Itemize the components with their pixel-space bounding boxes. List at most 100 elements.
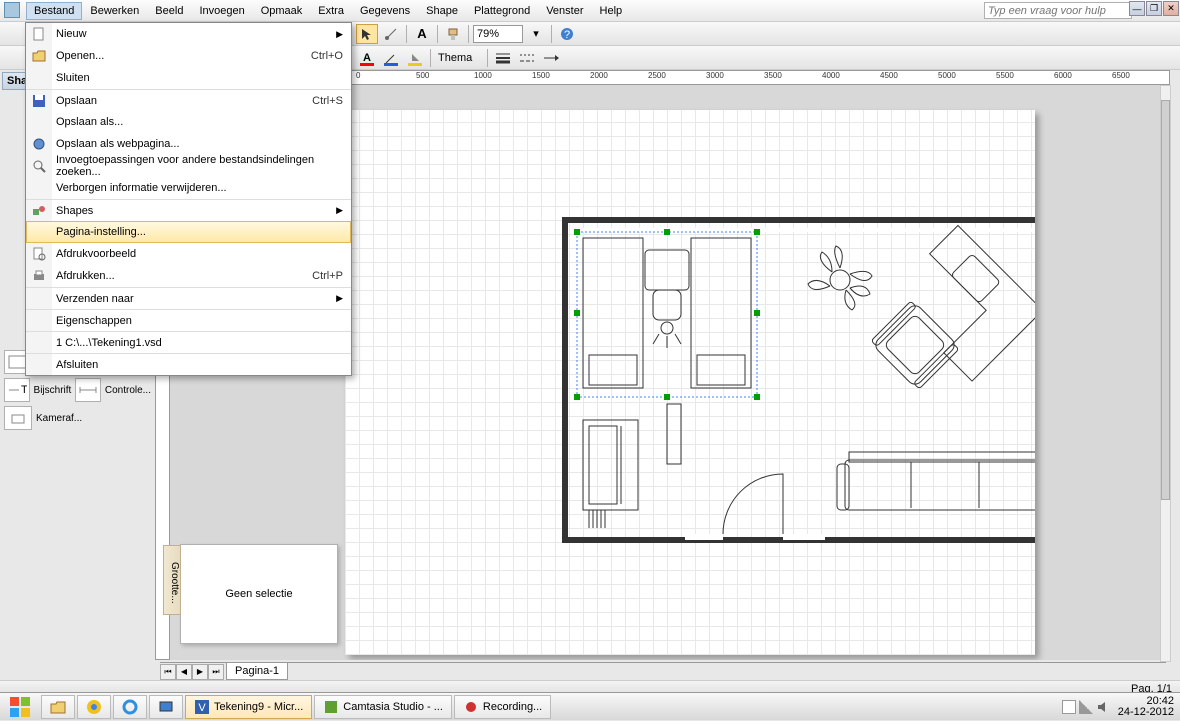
- menu-item-verzenden[interactable]: Verzenden naar▶: [26, 287, 351, 309]
- tray-volume-icon[interactable]: [1096, 700, 1110, 714]
- text-tool-icon[interactable]: A: [411, 24, 433, 44]
- zoom-dropdown-icon[interactable]: ▾: [525, 24, 547, 44]
- line-color-icon[interactable]: [380, 48, 402, 68]
- menu-extra[interactable]: Extra: [310, 2, 352, 20]
- help-icon[interactable]: ?: [556, 24, 578, 44]
- preview-icon: [30, 245, 48, 263]
- help-search-input[interactable]: [984, 2, 1132, 19]
- svg-text:?: ?: [564, 29, 570, 41]
- camtasia-icon: [323, 699, 339, 715]
- menu-opmaak[interactable]: Opmaak: [253, 2, 311, 20]
- taskbar-explorer[interactable]: [41, 695, 75, 719]
- start-button[interactable]: [0, 693, 40, 721]
- selection-status: Geen selectie: [225, 588, 292, 600]
- line-pattern-icon[interactable]: [516, 48, 538, 68]
- shape-label: Kameraf...: [36, 413, 82, 424]
- menubar: Bestand Bewerken Beeld Invoegen Opmaak E…: [0, 0, 1180, 22]
- line-ends-icon[interactable]: [540, 48, 562, 68]
- floorplan-drawing: [345, 110, 1035, 655]
- zoom-input[interactable]: 79%: [473, 25, 523, 43]
- page-first-button[interactable]: ⏮: [160, 664, 176, 680]
- minimize-button[interactable]: —: [1129, 1, 1145, 16]
- menu-item-afdrukken[interactable]: Afdrukken...Ctrl+P: [26, 265, 351, 287]
- panel-tab-grootte[interactable]: Grootte...: [163, 545, 181, 615]
- taskbar-chrome[interactable]: [77, 695, 111, 719]
- taskbar-recording[interactable]: Recording...: [454, 695, 551, 719]
- menu-plattegrond[interactable]: Plattegrond: [466, 2, 538, 20]
- font-color-icon[interactable]: A: [356, 48, 378, 68]
- menu-item-nieuw[interactable]: Nieuw▶: [26, 23, 351, 45]
- menu-bestand[interactable]: Bestand: [26, 2, 82, 20]
- maximize-button[interactable]: ❐: [1146, 1, 1162, 16]
- taskbar-visio[interactable]: VTekening9 - Micr...: [185, 695, 312, 719]
- taskbar-display[interactable]: [149, 695, 183, 719]
- shape-label: Controle...: [105, 385, 151, 396]
- page-tabs-bar: ⏮ ◀ ▶ ⏭ Pagina-1: [160, 662, 1166, 680]
- shapes-icon: [30, 202, 48, 220]
- pointer-tool-icon[interactable]: [356, 24, 378, 44]
- fill-color-icon[interactable]: [404, 48, 426, 68]
- page-prev-button[interactable]: ◀: [176, 664, 192, 680]
- menu-item-invoegtoepassingen[interactable]: Invoegtoepassingen voor andere bestandsi…: [26, 155, 351, 177]
- taskbar-camtasia[interactable]: Camtasia Studio - ...: [314, 695, 452, 719]
- menu-item-pagina-instelling[interactable]: Pagina-instelling...: [26, 221, 351, 243]
- ie-icon: [122, 699, 138, 715]
- saveweb-icon: [30, 135, 48, 153]
- chrome-icon: [86, 699, 102, 715]
- menu-item-afdrukvoorbeeld[interactable]: Afdrukvoorbeeld: [26, 243, 351, 265]
- menu-shape[interactable]: Shape: [418, 2, 466, 20]
- menu-item-opslaan-als[interactable]: Opslaan als...: [26, 111, 351, 133]
- windows-icon: [9, 696, 31, 718]
- record-icon: [463, 699, 479, 715]
- menu-item-verborgen-info[interactable]: Verborgen informatie verwijderen...: [26, 177, 351, 199]
- page-next-button[interactable]: ▶: [192, 664, 208, 680]
- menu-item-opslaan-webpagina[interactable]: Opslaan als webpagina...: [26, 133, 351, 155]
- vertical-scrollbar[interactable]: [1160, 85, 1171, 662]
- svg-text:T: T: [21, 384, 27, 396]
- connector-tool-icon[interactable]: [380, 24, 402, 44]
- menu-item-sluiten[interactable]: Sluiten: [26, 67, 351, 89]
- close-button[interactable]: ✕: [1163, 1, 1179, 16]
- visio-icon: V: [194, 699, 210, 715]
- tray-time[interactable]: 20:42: [1118, 696, 1174, 707]
- open-icon: [30, 47, 48, 65]
- format-painter-icon[interactable]: [442, 24, 464, 44]
- app-icon: [4, 2, 20, 18]
- menu-item-openen[interactable]: Openen...Ctrl+O: [26, 45, 351, 67]
- shape-bijschrift-icon[interactable]: T: [4, 378, 30, 402]
- save-icon: [30, 92, 48, 110]
- menu-item-opslaan[interactable]: OpslaanCtrl+S: [26, 89, 351, 111]
- explorer-icon: [50, 699, 66, 715]
- menu-item-eigenschappen[interactable]: Eigenschappen: [26, 309, 351, 331]
- drawing-page[interactable]: [345, 110, 1035, 655]
- menu-item-shapes[interactable]: Shapes▶: [26, 199, 351, 221]
- taskbar: VTekening9 - Micr... Camtasia Studio - .…: [0, 692, 1180, 720]
- taskbar-ie[interactable]: [113, 695, 147, 719]
- menu-invoegen[interactable]: Invoegen: [191, 2, 252, 20]
- menu-venster[interactable]: Venster: [538, 2, 591, 20]
- search-icon: [30, 157, 48, 175]
- menu-beeld[interactable]: Beeld: [147, 2, 191, 20]
- line-weight-icon[interactable]: [492, 48, 514, 68]
- menu-item-afsluiten[interactable]: Afsluiten: [26, 353, 351, 375]
- shape-label: Bijschrift: [34, 385, 72, 396]
- shape-controle-icon[interactable]: [75, 378, 101, 402]
- tray-flag-icon[interactable]: [1062, 700, 1076, 714]
- tray-date[interactable]: 24-12-2012: [1118, 707, 1174, 718]
- file-menu-dropdown: Nieuw▶ Openen...Ctrl+O Sluiten OpslaanCt…: [25, 22, 352, 376]
- system-tray: 20:42 24-12-2012: [1056, 696, 1180, 718]
- theme-selector[interactable]: Thema: [435, 49, 483, 67]
- page-tab-1[interactable]: Pagina-1: [226, 663, 288, 680]
- page-last-button[interactable]: ⏭: [208, 664, 224, 680]
- svg-text:V: V: [198, 702, 206, 714]
- tray-network-icon[interactable]: [1079, 700, 1093, 714]
- display-icon: [158, 699, 174, 715]
- menu-item-recent-1[interactable]: 1 C:\...\Tekening1.vsd: [26, 331, 351, 353]
- menu-bewerken[interactable]: Bewerken: [82, 2, 147, 20]
- menu-help[interactable]: Help: [592, 2, 631, 20]
- print-icon: [30, 267, 48, 285]
- menu-gegevens[interactable]: Gegevens: [352, 2, 418, 20]
- new-icon: [30, 25, 48, 43]
- shape-kameraf-icon[interactable]: [4, 406, 32, 430]
- size-position-panel[interactable]: Grootte... Geen selectie: [180, 544, 338, 644]
